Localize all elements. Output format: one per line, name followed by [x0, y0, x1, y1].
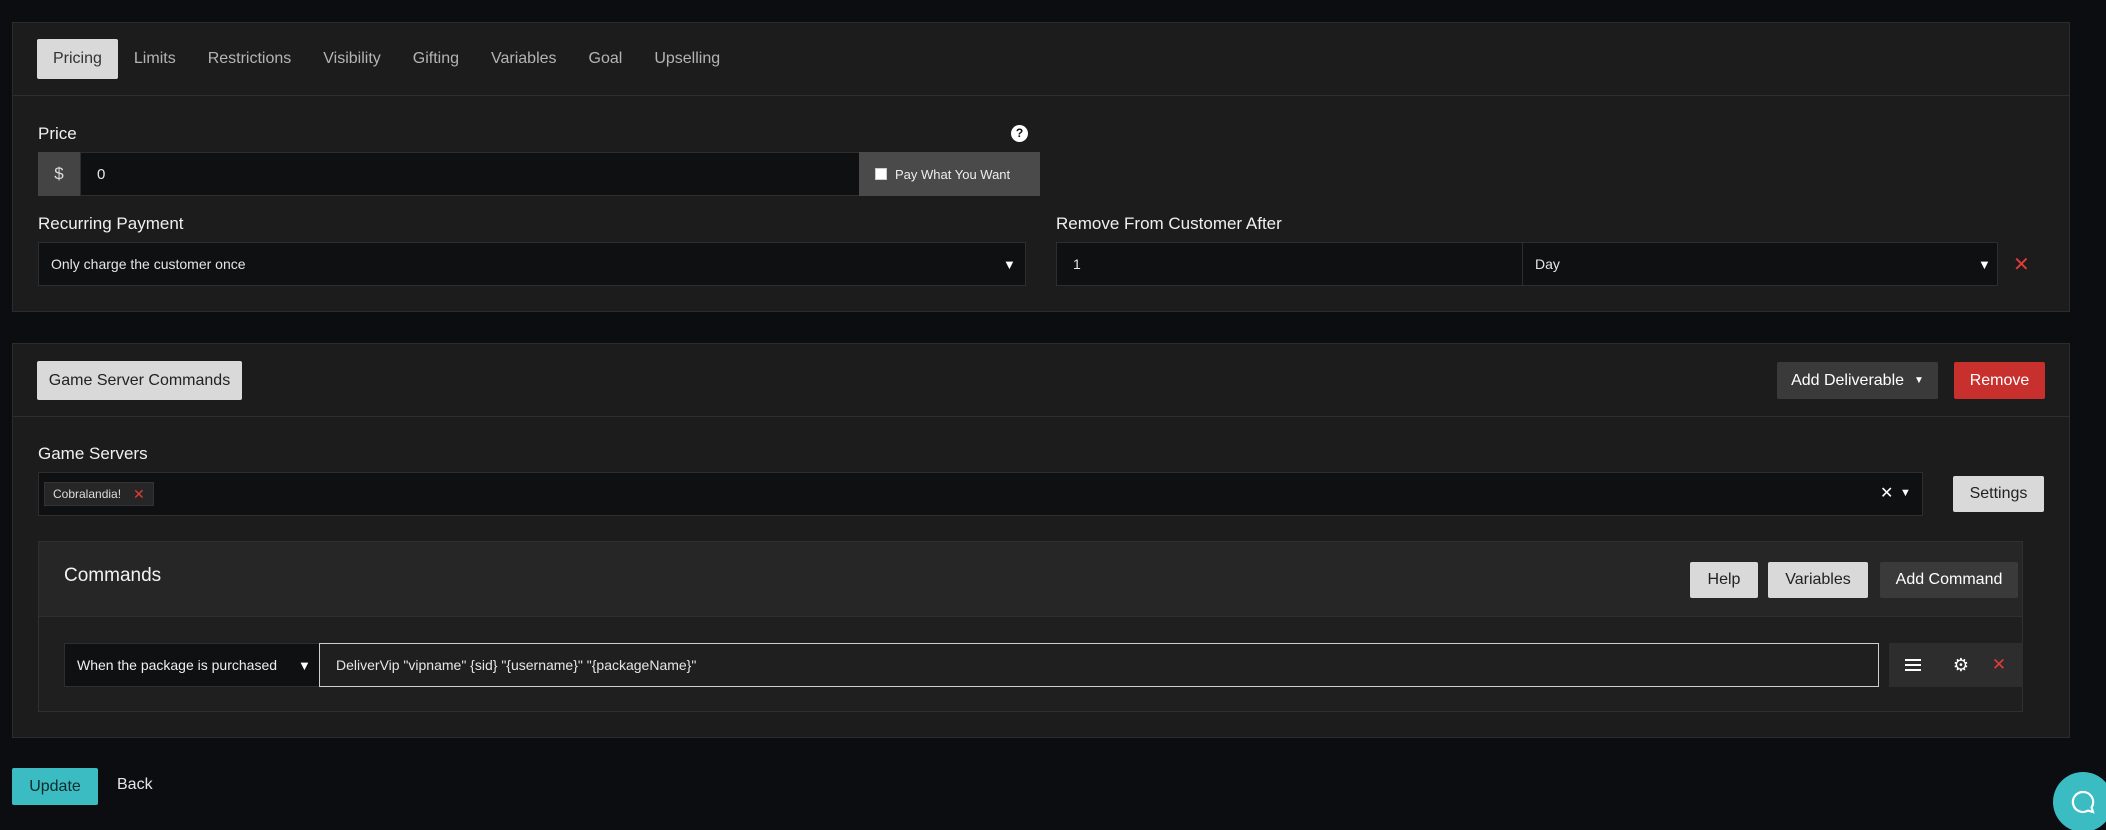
- commands-header: Commands Help Variables Add Command: [39, 542, 2022, 617]
- tab-upselling[interactable]: Upselling: [638, 39, 736, 79]
- remove-after-unit-select[interactable]: Day: [1522, 242, 1998, 286]
- price-value: 0: [97, 165, 106, 183]
- pwyw-label: Pay What You Want: [895, 166, 1011, 182]
- chevron-down-icon: ▼: [298, 658, 311, 673]
- recurring-payment-label: Recurring Payment: [38, 214, 184, 233]
- price-input[interactable]: 0: [80, 152, 873, 196]
- currency-addon: $: [38, 152, 80, 196]
- tab-pricing[interactable]: Pricing: [37, 39, 118, 79]
- tab-limits[interactable]: Limits: [118, 39, 192, 79]
- deliverable-type-button[interactable]: Game Server Commands: [37, 361, 242, 400]
- tab-visibility[interactable]: Visibility: [307, 39, 397, 79]
- add-deliverable-button[interactable]: Add Deliverable ▼: [1777, 362, 1938, 399]
- server-tag-label: Cobralandia!: [53, 487, 122, 501]
- price-label: Price: [38, 124, 77, 143]
- gear-icon: ⚙: [1952, 654, 1970, 675]
- recurring-payment-select[interactable]: Only charge the customer once: [38, 242, 1026, 286]
- reorder-button[interactable]: [1889, 643, 1937, 687]
- clear-icon[interactable]: ✕: [1880, 483, 1893, 503]
- deliverable-panel: Game Server Commands Add Deliverable ▼ R…: [12, 343, 2070, 738]
- add-deliverable-label: Add Deliverable: [1791, 371, 1905, 389]
- pricing-panel: Pricing Limits Restrictions Visibility G…: [12, 22, 2070, 312]
- tab-variables[interactable]: Variables: [475, 39, 573, 79]
- settings-button[interactable]: Settings: [1953, 476, 2044, 512]
- chat-widget-button[interactable]: [2053, 772, 2106, 830]
- commands-box: Commands Help Variables Add Command When…: [38, 541, 2023, 712]
- menu-icon: [1905, 659, 1921, 671]
- update-button[interactable]: Update: [12, 768, 98, 805]
- remove-after-label: Remove From Customer After: [1056, 214, 1282, 233]
- command-trigger-value: When the package is purchased: [77, 657, 278, 673]
- help-button[interactable]: Help: [1690, 562, 1758, 598]
- caret-down-icon: ▼: [1914, 375, 1924, 386]
- chevron-down-icon: ▼: [1978, 257, 1991, 272]
- pay-what-you-want-toggle[interactable]: Pay What You Want: [859, 152, 1040, 196]
- remove-after-unit: Day: [1535, 256, 1560, 272]
- server-tag: Cobralandia! ✕: [44, 482, 154, 506]
- remove-after-amount: 1: [1073, 256, 1081, 272]
- commands-title: Commands: [64, 565, 162, 586]
- add-command-button[interactable]: Add Command: [1880, 562, 2018, 598]
- recurring-payment-value: Only charge the customer once: [51, 256, 246, 272]
- command-value: DeliverVip "vipname" {sid} "{username}" …: [336, 657, 697, 673]
- chevron-down-icon[interactable]: ▼: [1900, 487, 1911, 499]
- command-input[interactable]: DeliverVip "vipname" {sid} "{username}" …: [319, 643, 1879, 687]
- command-trigger-select[interactable]: When the package is purchased: [64, 643, 320, 687]
- close-icon[interactable]: ✕: [2013, 252, 2030, 277]
- game-servers-label: Game Servers: [38, 444, 148, 463]
- variables-button[interactable]: Variables: [1768, 562, 1868, 598]
- game-servers-select[interactable]: [38, 472, 1923, 516]
- tab-gifting[interactable]: Gifting: [397, 39, 475, 79]
- remove-deliverable-button[interactable]: Remove: [1954, 362, 2045, 399]
- back-link[interactable]: Back: [117, 776, 153, 794]
- chat-icon: [2071, 790, 2095, 814]
- tab-bar: Pricing Limits Restrictions Visibility G…: [13, 23, 2069, 96]
- pwyw-checkbox[interactable]: [875, 168, 887, 180]
- remove-after-amount-input[interactable]: 1: [1056, 242, 1523, 286]
- deliverable-header: Game Server Commands Add Deliverable ▼ R…: [13, 344, 2069, 417]
- chevron-down-icon: ▼: [1003, 257, 1016, 272]
- delete-command-button[interactable]: ✕: [1975, 643, 2023, 687]
- close-icon: ✕: [1991, 655, 2007, 674]
- remove-tag-icon[interactable]: ✕: [133, 486, 145, 503]
- tab-goal[interactable]: Goal: [573, 39, 639, 79]
- help-icon[interactable]: ?: [1011, 125, 1028, 142]
- tab-restrictions[interactable]: Restrictions: [192, 39, 308, 79]
